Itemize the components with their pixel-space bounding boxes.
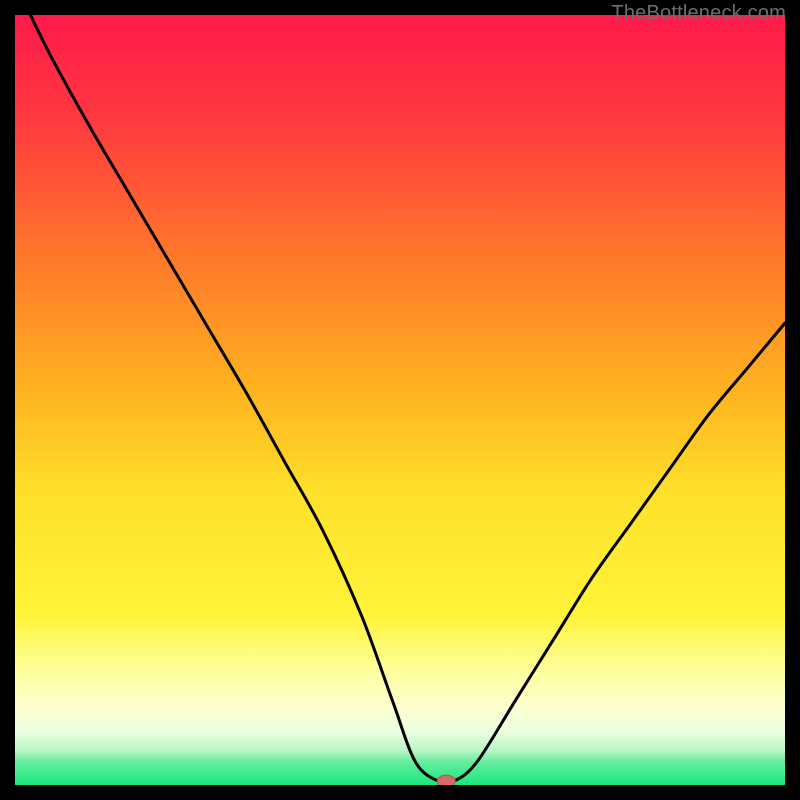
plot-area	[15, 15, 785, 785]
chart-frame: TheBottleneck.com	[0, 0, 800, 800]
chart-svg	[15, 15, 785, 785]
watermark-text: TheBottleneck.com	[611, 2, 786, 25]
gradient-background	[15, 15, 785, 785]
optimal-point-marker	[437, 775, 455, 785]
